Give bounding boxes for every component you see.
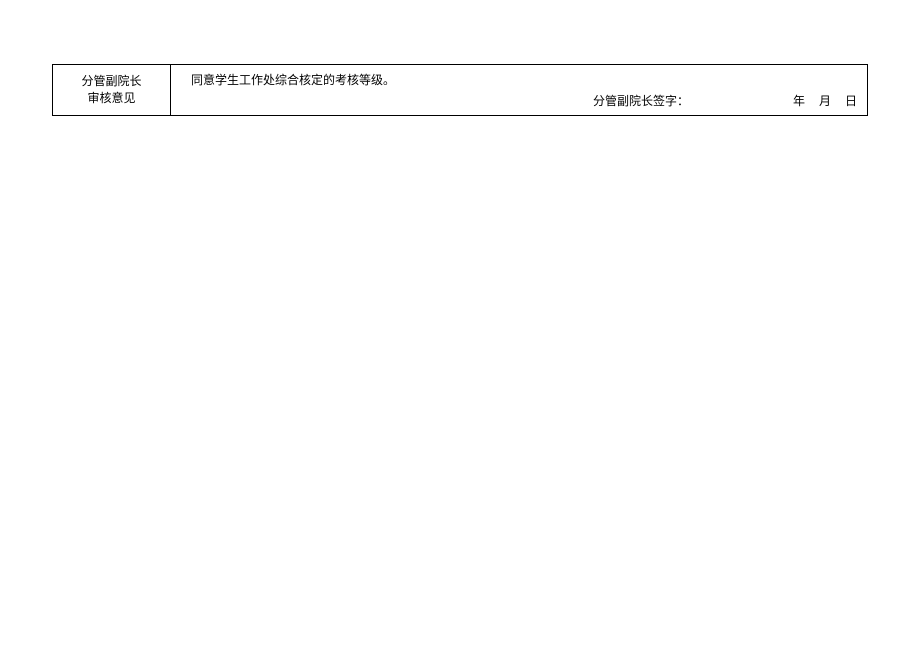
signature-prompt: 分管副院长签字： <box>593 92 689 109</box>
label-line-2: 审核意见 <box>87 90 135 107</box>
date-day-label: 日 <box>845 92 857 109</box>
date-field: 年 月 日 <box>779 92 857 109</box>
label-line-1: 分管副院长 <box>81 73 141 90</box>
row-label-cell: 分管副院长 审核意见 <box>53 65 171 115</box>
date-month-label: 月 <box>819 92 831 109</box>
signature-line: 分管副院长签字： 年 月 日 <box>191 92 857 109</box>
opinion-text: 同意学生工作处综合核定的考核等级。 <box>191 71 857 88</box>
date-year-label: 年 <box>793 92 805 109</box>
approval-table: 分管副院长 审核意见 同意学生工作处综合核定的考核等级。 分管副院长签字： 年 … <box>52 64 868 116</box>
row-content-cell: 同意学生工作处综合核定的考核等级。 分管副院长签字： 年 月 日 <box>171 65 867 115</box>
